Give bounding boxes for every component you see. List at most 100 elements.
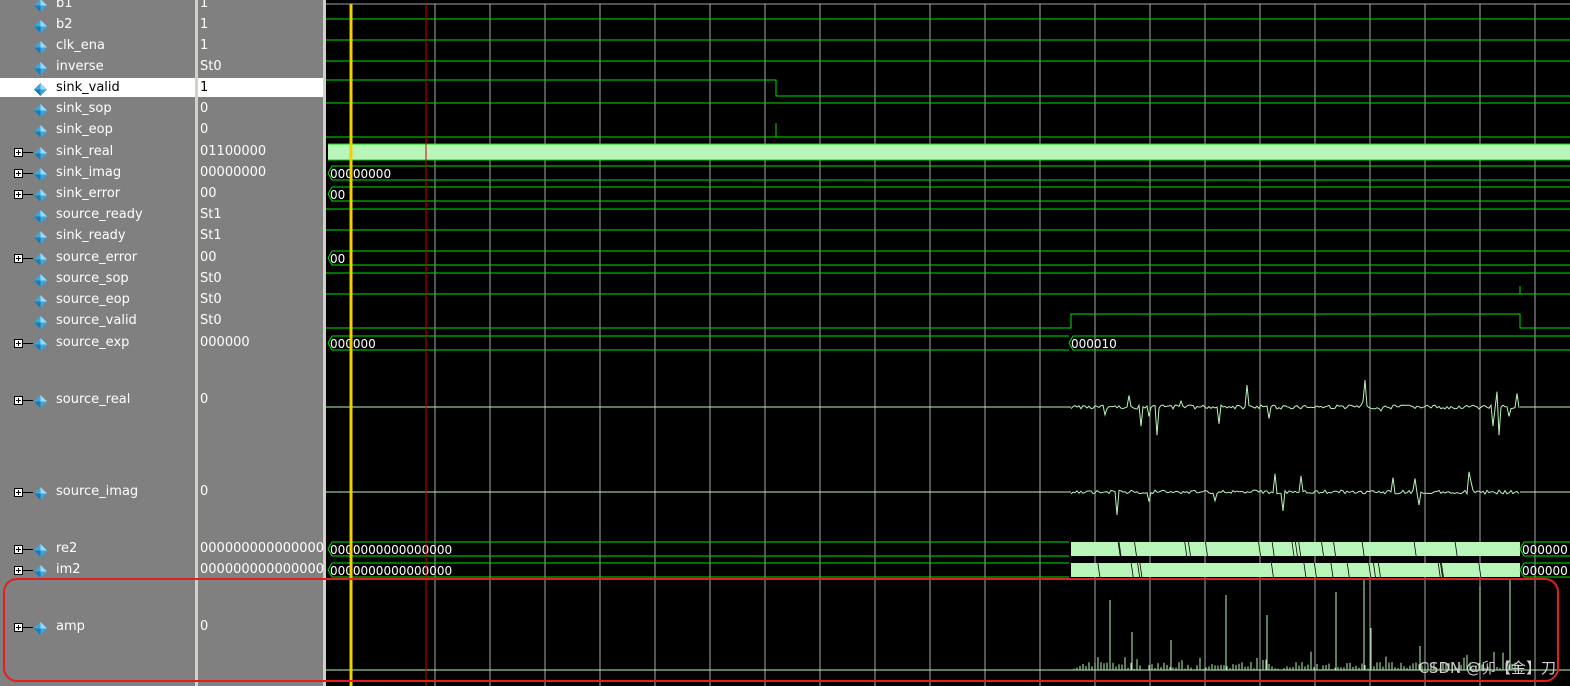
bus-bottom [327,257,1570,266]
signal-name: sink_ready [56,228,126,243]
signal-name: source_imag [56,484,139,499]
signal-row-source-exp[interactable]: source_exp [0,333,195,353]
signal-name: sink_imag [56,165,122,180]
signal-row-sink-ready[interactable]: sink_ready [0,226,195,246]
bus-top [1068,335,1570,344]
signal-diamond-icon [34,293,47,308]
signal-row-sink-eop[interactable]: sink_eop [0,120,195,140]
value-row-source-ready[interactable]: St1 [198,205,323,225]
signal-row-source-error[interactable]: source_error [0,248,195,268]
value-row-source-eop[interactable]: St0 [198,290,323,310]
signal-row-source-ready[interactable]: source_ready [0,205,195,225]
value-row-clk-ena[interactable]: 1 [198,36,323,56]
bus-label: 00 [330,252,345,266]
signal-row-sink-real[interactable]: sink_real [0,142,195,162]
tree-connector [23,194,33,195]
value-row-b2[interactable]: 1 [198,15,323,35]
signal-value: 1 [200,0,209,11]
signal-value: St0 [200,292,222,307]
signal-row-source-sop[interactable]: source_sop [0,269,195,289]
value-row-source-imag[interactable]: 0 [198,482,323,502]
bus-label: 0000000000000000 [330,564,452,578]
signal-diamond-icon [34,229,47,244]
signal-row-sink-error[interactable]: sink_error [0,184,195,204]
signal-row-im2[interactable]: im2 [0,560,195,580]
value-row-source-error[interactable]: 00 [198,248,323,268]
source-valid-wave [326,313,1570,329]
expand-icon[interactable] [14,396,23,405]
value-row-source-real[interactable]: 0 [198,390,323,410]
signal-row-inverse[interactable]: inverse [0,57,195,77]
value-row-source-valid[interactable]: St0 [198,311,323,331]
signal-row-sink-imag[interactable]: sink_imag [0,163,195,183]
signal-name: source_eop [56,292,130,307]
bus-bottom [327,193,1570,202]
signal-row-b2[interactable]: b2 [0,15,195,35]
signal-diamond-icon [34,81,47,96]
signal-diamond-icon [34,485,47,500]
expand-icon[interactable] [14,545,23,554]
bus-label: 00 [330,188,345,202]
bus-label: 0000000000000000 [330,543,452,557]
signal-name: b1 [56,0,73,11]
signal-value: 1 [200,17,209,32]
signal-diamond-icon [34,39,47,54]
signal-diamond-icon [34,563,47,578]
signal-value: 00 [200,186,217,201]
signal-row-sink-valid[interactable]: sink_valid [0,78,195,98]
signal-name: sink_error [56,186,121,201]
value-row-sink-valid[interactable]: 1 [198,78,323,98]
signal-diamond-icon [34,60,47,75]
value-row-b1[interactable]: 1 [198,0,323,14]
value-row-source-sop[interactable]: St0 [198,269,323,289]
value-row-source-exp[interactable]: 000000 [198,333,323,353]
signal-value: 0000000000000000 [200,562,333,577]
signal-name: sink_sop [56,101,112,116]
expand-icon[interactable] [14,339,23,348]
signal-value: St1 [200,207,222,222]
signal-diamond-icon [34,393,47,408]
signal-row-amp[interactable]: amp [0,617,195,637]
signal-value: 0 [200,619,209,634]
signal-row-b1[interactable]: b1 [0,0,195,14]
bus-top [327,165,1570,174]
signal-value: 0 [200,101,209,116]
selection-highlight [198,78,323,97]
value-row-re2[interactable]: 0000000000000000 [198,539,332,559]
signal-diamond-icon [34,251,47,266]
value-row-amp[interactable]: 0 [198,617,323,637]
signal-diamond-icon [34,336,47,351]
bus-bottom [327,172,1570,181]
signal-row-sink-sop[interactable]: sink_sop [0,99,195,119]
signal-row-source-eop[interactable]: source_eop [0,290,195,310]
signal-name: source_ready [56,207,143,222]
value-row-sink-eop[interactable]: 0 [198,120,323,140]
value-row-sink-imag[interactable]: 00000000 [198,163,323,183]
expand-icon[interactable] [14,190,23,199]
expand-icon[interactable] [14,169,23,178]
signal-row-source-valid[interactable]: source_valid [0,311,195,331]
waveform-canvas[interactable]: 000000000000000000 0000100000000000000000… [326,0,1570,686]
expand-icon[interactable] [14,254,23,263]
value-row-inverse[interactable]: St0 [198,57,323,77]
expand-icon[interactable] [14,148,23,157]
value-row-sink-ready[interactable]: St1 [198,226,323,246]
value-row-sink-real[interactable]: 01100000 [198,142,323,162]
signal-diamond-icon [34,542,47,557]
signal-values-pane[interactable]: 1 1 1 St0 1 0 0 01100000 00000000 00 St1 St1 00 St0 St… [198,0,332,686]
waveform-pane[interactable]: 00000000 00 00 000000 000010 0000000000000000… [326,0,1570,686]
signal-row-source-imag[interactable]: source_imag [0,482,195,502]
expand-icon[interactable] [14,488,23,497]
signal-names-pane[interactable]: b1 b2 clk_ena inverse sink_valid sink_sopsink… [0,0,195,686]
signal-row-source-real[interactable]: source_real [0,390,195,410]
signal-row-re2[interactable]: re2 [0,539,195,559]
signal-diamond-icon [34,620,47,635]
expand-icon[interactable] [14,566,23,575]
signal-row-clk-ena[interactable]: clk_ena [0,36,195,56]
value-row-im2[interactable]: 0000000000000000 [198,560,332,580]
signal-name: source_sop [56,271,129,286]
source-real-trace [1070,379,1520,436]
value-row-sink-sop[interactable]: 0 [198,99,323,119]
value-row-sink-error[interactable]: 00 [198,184,323,204]
expand-icon[interactable] [14,623,23,632]
